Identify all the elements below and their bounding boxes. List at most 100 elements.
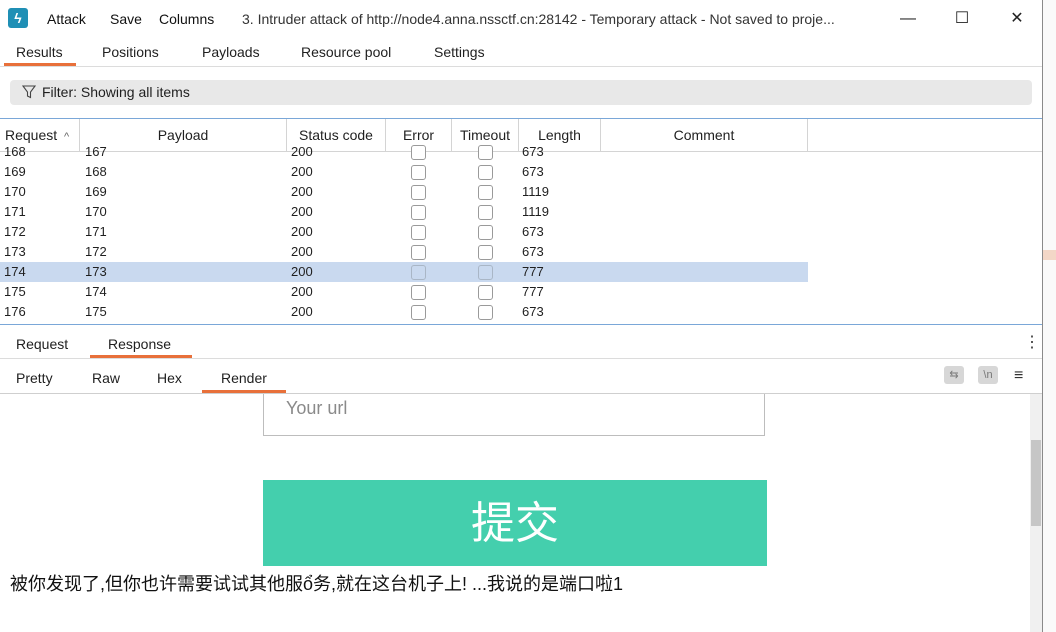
table-row[interactable]: 170 169 200 1119	[0, 182, 808, 202]
minimize-button[interactable]: —	[883, 4, 933, 34]
tab-positions[interactable]: Positions	[102, 44, 159, 60]
cell-length: 673	[522, 304, 544, 319]
table-row[interactable]: 168 167 200 673	[0, 142, 808, 162]
cell-length: 1119	[522, 184, 549, 199]
error-checkbox	[411, 145, 426, 160]
window-title: 3. Intruder attack of http://node4.anna.…	[242, 11, 835, 27]
cell-request: 174	[4, 264, 26, 279]
tab-payloads[interactable]: Payloads	[202, 44, 260, 60]
active-tab-indicator	[90, 355, 192, 358]
response-message: 被你发现了,但你也许需要试试其他服ổ务,就在这台机子上! ...我说的是端口啦1	[10, 574, 624, 594]
cell-payload: 174	[85, 284, 107, 299]
table-row[interactable]: 169 168 200 673	[0, 162, 808, 182]
cell-payload: 175	[85, 304, 107, 319]
timeout-checkbox	[478, 165, 493, 180]
more-options-icon[interactable]: ⋮	[1024, 334, 1040, 352]
menu-save[interactable]: Save	[110, 11, 142, 27]
submit-button[interactable]: 提交	[263, 480, 767, 566]
error-checkbox	[411, 185, 426, 200]
tab-render[interactable]: Render	[221, 370, 267, 386]
timeout-checkbox	[478, 205, 493, 220]
cell-length: 673	[522, 244, 544, 259]
cell-request: 170	[4, 184, 26, 199]
timeout-checkbox	[478, 245, 493, 260]
tab-results[interactable]: Results	[16, 44, 63, 60]
error-checkbox	[411, 245, 426, 260]
table-row[interactable]: 176 175 200 673	[0, 302, 808, 322]
cell-request: 169	[4, 164, 26, 179]
view-tab-bar: Pretty Raw Hex Render ⇆ \n	[0, 360, 1042, 394]
error-checkbox	[411, 265, 426, 280]
maximize-button[interactable]: ☐	[937, 4, 987, 34]
timeout-checkbox	[478, 305, 493, 320]
hamburger-menu-icon[interactable]: ≡	[1014, 367, 1023, 385]
close-button[interactable]: ✕	[992, 4, 1042, 34]
word-wrap-icon[interactable]: ⇆	[944, 366, 964, 384]
cell-length: 673	[522, 164, 544, 179]
active-tab-indicator	[4, 63, 76, 66]
url-placeholder: Your url	[286, 398, 348, 418]
cell-status-code: 200	[291, 244, 313, 259]
tab-pretty[interactable]: Pretty	[16, 370, 53, 386]
title-bar: ϟ Attack Save Columns 3. Intruder attack…	[0, 0, 1042, 38]
active-tab-indicator	[202, 390, 286, 393]
error-checkbox	[411, 285, 426, 300]
error-checkbox	[411, 225, 426, 240]
cell-status-code: 200	[291, 224, 313, 239]
main-tab-bar: Results Positions Payloads Resource pool…	[0, 38, 1042, 67]
cell-status-code: 200	[291, 284, 313, 299]
cell-status-code: 200	[291, 204, 313, 219]
cell-payload: 172	[85, 244, 107, 259]
cell-status-code: 200	[291, 264, 313, 279]
cell-length: 1119	[522, 204, 549, 219]
url-input[interactable]: Your url	[263, 394, 765, 436]
cell-status-code: 200	[291, 184, 313, 199]
cell-request: 173	[4, 244, 26, 259]
cell-request: 175	[4, 284, 26, 299]
table-row[interactable]: 172 171 200 673	[0, 222, 808, 242]
error-checkbox	[411, 305, 426, 320]
filter-icon	[22, 85, 36, 99]
timeout-checkbox	[478, 145, 493, 160]
filter-bar[interactable]: Filter: Showing all items	[10, 80, 1032, 105]
render-view: Your url 提交 被你发现了,但你也许需要试试其他服ổ务,就在这台机子上!…	[0, 394, 1030, 632]
cell-payload: 170	[85, 204, 107, 219]
cell-status-code: 200	[291, 304, 313, 319]
filter-label: Filter: Showing all items	[42, 84, 190, 100]
cell-status-code: 200	[291, 144, 313, 159]
background-window-highlight	[1043, 250, 1056, 260]
tab-raw[interactable]: Raw	[92, 370, 120, 386]
tab-settings[interactable]: Settings	[434, 44, 485, 60]
results-table: Request ^ Payload Status code Error Time…	[0, 118, 1042, 325]
cell-payload: 171	[85, 224, 107, 239]
show-newlines-icon[interactable]: \n	[978, 366, 998, 384]
table-row[interactable]: 174 173 200 777	[0, 262, 808, 282]
error-checkbox	[411, 205, 426, 220]
cell-length: 777	[522, 284, 544, 299]
cell-length: 777	[522, 264, 544, 279]
timeout-checkbox	[478, 225, 493, 240]
tab-hex[interactable]: Hex	[157, 370, 182, 386]
error-checkbox	[411, 165, 426, 180]
table-row[interactable]: 175 174 200 777	[0, 282, 808, 302]
menu-attack[interactable]: Attack	[47, 11, 86, 27]
timeout-checkbox	[478, 265, 493, 280]
cell-length: 673	[522, 224, 544, 239]
tab-response[interactable]: Response	[108, 336, 171, 352]
tab-request[interactable]: Request	[16, 336, 68, 352]
cell-request: 176	[4, 304, 26, 319]
table-row[interactable]: 171 170 200 1119	[0, 202, 808, 222]
cell-payload: 169	[85, 184, 107, 199]
timeout-checkbox	[478, 285, 493, 300]
cell-payload: 167	[85, 144, 107, 159]
cell-payload: 173	[85, 264, 107, 279]
cell-request: 168	[4, 144, 26, 159]
table-row[interactable]: 173 172 200 673	[0, 242, 808, 262]
cell-status-code: 200	[291, 164, 313, 179]
menu-columns[interactable]: Columns	[159, 11, 214, 27]
background-window-edge	[1042, 0, 1056, 632]
render-scrollbar-thumb[interactable]	[1031, 440, 1041, 526]
cell-payload: 168	[85, 164, 107, 179]
tab-resource-pool[interactable]: Resource pool	[301, 44, 391, 60]
cell-request: 172	[4, 224, 26, 239]
